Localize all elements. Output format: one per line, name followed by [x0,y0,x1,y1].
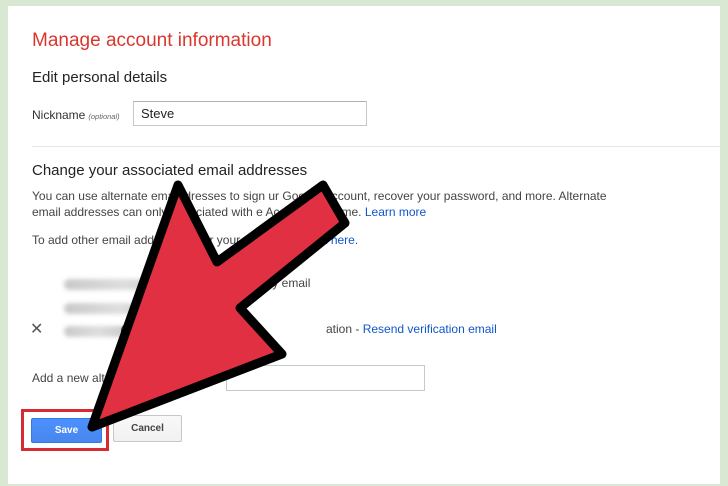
add-alternate-email-input[interactable] [226,365,425,391]
email-at-symbol: @ [120,322,133,336]
learn-more-link[interactable]: Learn more [365,205,426,219]
click-here-link[interactable]: Click here. [301,233,358,247]
verification-status: ation - Resend verification email [326,322,497,336]
add-other-email-text: To add other email addr can cover your p… [32,233,299,247]
email-description-line-2: email addresses can only associated with… [32,205,426,219]
remove-email-icon[interactable]: ✕ [30,319,43,339]
primary-email-note: nary email [255,276,311,290]
personal-details-heading: Edit personal details [32,69,168,86]
section-divider [32,146,720,147]
add-other-email-line: To add other email addr can cover your p… [32,233,358,247]
cancel-button[interactable]: Cancel [113,415,182,442]
nickname-label: Nickname (optional) [32,108,120,122]
email-description-line-1: You can use alternate ema ddresses to si… [32,189,607,203]
blurred-email-secondary [64,303,174,314]
account-panel: Manage account information Edit personal… [8,6,720,484]
page-title: Manage account information [32,30,272,51]
blurred-email-primary [64,279,184,290]
nickname-optional-hint: (optional) [88,112,120,121]
nickname-input[interactable] [133,101,367,126]
nickname-label-text: Nickname [32,108,86,122]
email-section-heading: Change your associated email addresses [32,162,308,179]
email-description-text: email addresses can only associated with… [32,205,362,219]
add-alternate-email-label: Add a new alte [32,371,112,385]
verification-status-text: ation - [326,322,360,336]
resend-verification-link[interactable]: Resend verification email [363,322,497,336]
save-button[interactable]: Save [31,418,102,443]
